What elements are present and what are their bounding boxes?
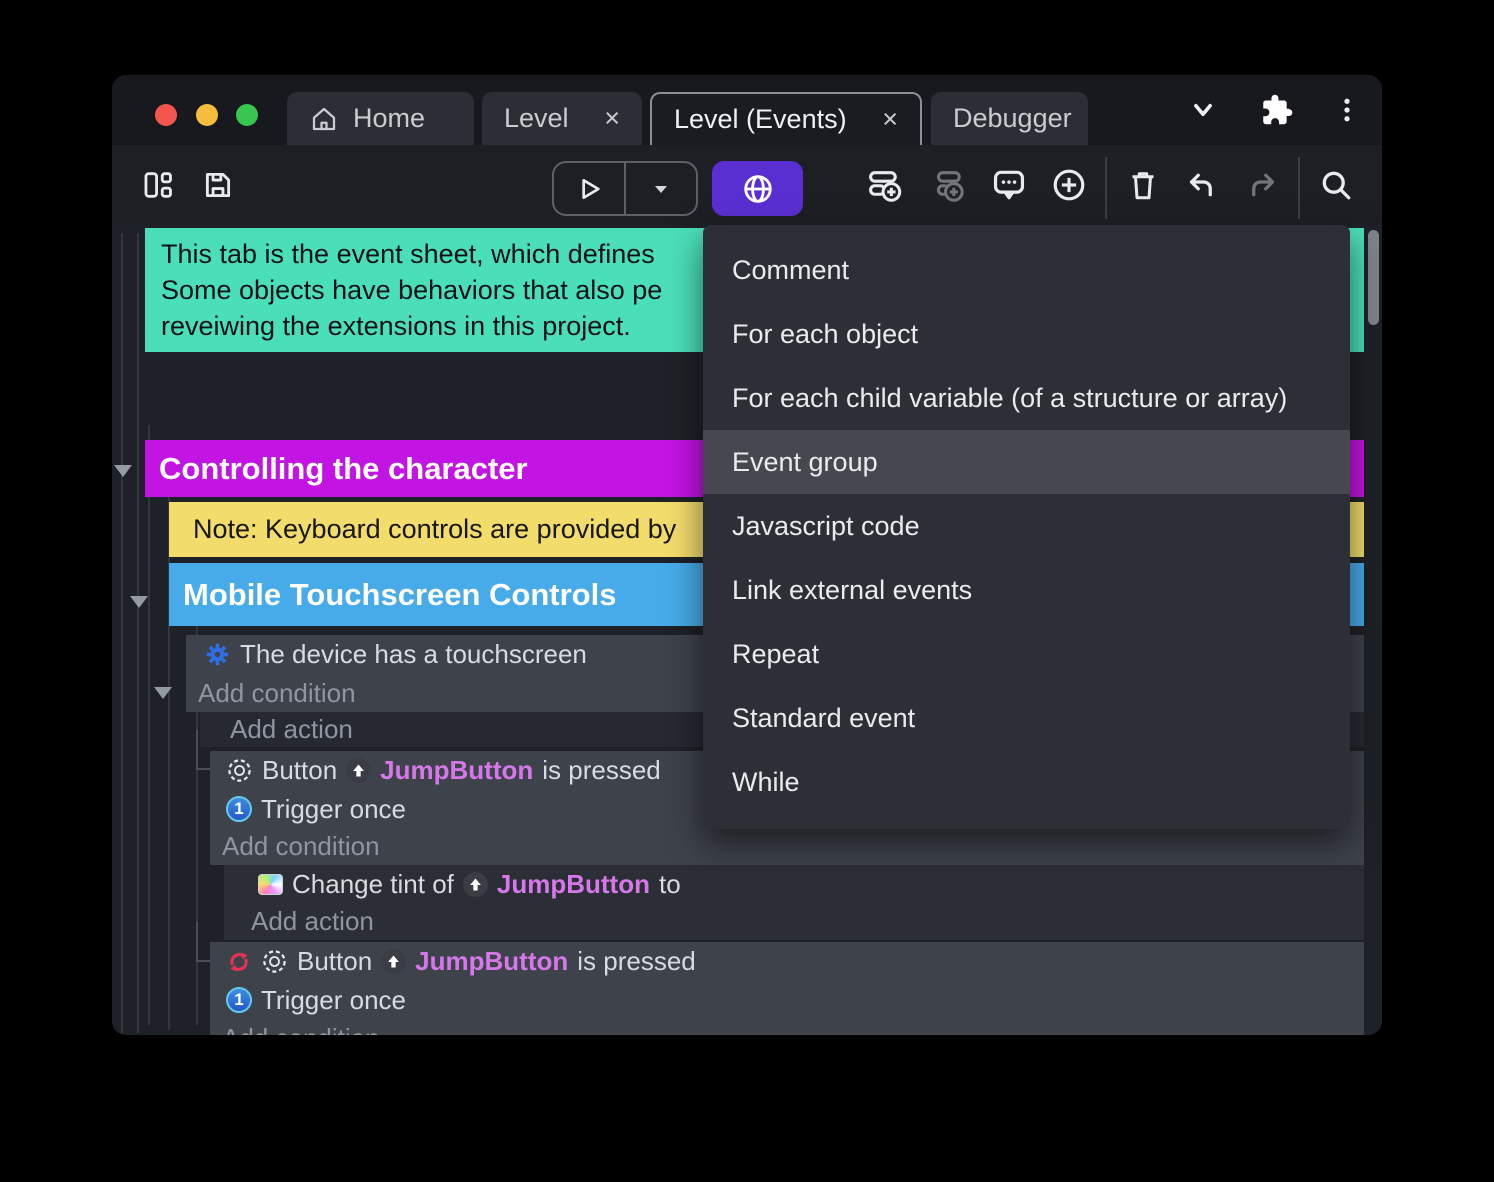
- condition-row[interactable]: 1 Trigger once: [210, 981, 1364, 1019]
- add-condition-link[interactable]: Add condition: [210, 828, 1364, 865]
- add-event-context-menu: Comment For each object For each child v…: [703, 225, 1350, 829]
- object-name: Button: [262, 755, 337, 786]
- event-action-block[interactable]: Change tint of JumpButton to Add action: [224, 865, 1364, 940]
- menu-item-javascript-code[interactable]: Javascript code: [703, 494, 1350, 558]
- action-text: Change tint of: [292, 869, 454, 900]
- add-action-link[interactable]: Add action: [224, 903, 1364, 940]
- save-button[interactable]: [192, 159, 244, 211]
- condition-row[interactable]: Button JumpButton is pressed: [210, 942, 1364, 981]
- menu-item-comment[interactable]: Comment: [703, 238, 1350, 302]
- condition-text: The device has a touchscreen: [240, 639, 587, 670]
- divider: [1298, 157, 1300, 219]
- action-row[interactable]: Change tint of JumpButton to: [224, 865, 1364, 903]
- close-icon[interactable]: ×: [604, 105, 620, 132]
- add-event-button[interactable]: [860, 159, 912, 211]
- inverted-condition-icon: [226, 949, 252, 975]
- condition-text: Trigger once: [261, 794, 406, 825]
- globe-icon: [740, 171, 776, 207]
- tab-level-events[interactable]: Level (Events) ×: [650, 92, 922, 145]
- button-object-icon: [261, 948, 288, 975]
- remote-preview-button[interactable]: [712, 161, 803, 216]
- indent-guide: [137, 233, 139, 1033]
- instance-name: JumpButton: [380, 755, 533, 786]
- add-subevent-button[interactable]: [924, 159, 976, 211]
- tab-label: Level: [504, 103, 569, 134]
- preview-play-button[interactable]: [554, 163, 624, 214]
- indent-guide: [121, 233, 123, 1033]
- instance-name: JumpButton: [497, 869, 650, 900]
- tab-label: Home: [353, 103, 425, 134]
- collapse-arrow-icon[interactable]: [130, 596, 148, 608]
- redo-button[interactable]: [1236, 159, 1288, 211]
- window-minimize-button[interactable]: [196, 104, 218, 126]
- app-window: Home Level × Level (Events) × Debugger: [112, 75, 1382, 1035]
- add-condition-link[interactable]: Add condition: [210, 1019, 1364, 1035]
- menu-item-event-group[interactable]: Event group: [703, 430, 1350, 494]
- divider: [1105, 157, 1107, 219]
- add-comment-button[interactable]: [983, 159, 1035, 211]
- tab-level[interactable]: Level ×: [482, 92, 642, 145]
- window-zoom-button[interactable]: [236, 104, 258, 126]
- button-object-icon: [226, 757, 253, 784]
- undo-button[interactable]: [1176, 159, 1228, 211]
- gear-icon: [204, 641, 231, 668]
- screen-background: { "titlebar": { "tabs": [ { "label": "Ho…: [0, 0, 1494, 1182]
- preview-options-button[interactable]: [626, 163, 696, 214]
- close-icon[interactable]: ×: [882, 106, 898, 133]
- tab-home[interactable]: Home: [287, 92, 474, 145]
- arrow-up-icon: [346, 758, 371, 783]
- panel-layout-button[interactable]: [132, 159, 184, 211]
- menu-item-for-each-child-variable[interactable]: For each child variable (of a structure …: [703, 366, 1350, 430]
- toolbar: [112, 145, 1382, 225]
- arrow-up-icon: [463, 872, 488, 897]
- menu-item-while[interactable]: While: [703, 750, 1350, 814]
- tab-label: Debugger: [953, 103, 1072, 134]
- add-circle-button[interactable]: [1043, 159, 1095, 211]
- trigger-once-icon: 1: [226, 796, 252, 822]
- trigger-once-icon: 1: [226, 987, 252, 1013]
- vertical-scrollbar-thumb[interactable]: [1368, 230, 1379, 325]
- arrow-up-icon: [381, 949, 406, 974]
- collapse-arrow-icon[interactable]: [114, 465, 132, 477]
- tint-color-icon: [258, 874, 283, 895]
- preview-split-button: [552, 161, 698, 216]
- note-text: Note: Keyboard controls are provided by: [193, 514, 676, 545]
- menu-item-link-external-events[interactable]: Link external events: [703, 558, 1350, 622]
- overflow-menu-icon[interactable]: [1332, 95, 1362, 125]
- tab-debugger[interactable]: Debugger: [931, 92, 1088, 145]
- condition-text: is pressed: [577, 946, 696, 977]
- tab-label: Level (Events): [674, 104, 847, 135]
- tree-connector: [196, 922, 210, 962]
- home-icon: [309, 104, 339, 134]
- indent-guide: [148, 425, 150, 1025]
- object-name: Button: [297, 946, 372, 977]
- extensions-puzzle-icon[interactable]: [1258, 92, 1294, 128]
- menu-item-standard-event[interactable]: Standard event: [703, 686, 1350, 750]
- window-close-button[interactable]: [155, 104, 177, 126]
- condition-text: is pressed: [542, 755, 661, 786]
- collapse-arrow-icon[interactable]: [154, 687, 172, 699]
- search-button[interactable]: [1310, 159, 1362, 211]
- titlebar: Home Level × Level (Events) × Debugger: [112, 75, 1382, 145]
- event-sheet: This tab is the event sheet, which defin…: [112, 225, 1382, 1035]
- delete-button[interactable]: [1117, 159, 1169, 211]
- condition-text: Trigger once: [261, 985, 406, 1016]
- menu-item-repeat[interactable]: Repeat: [703, 622, 1350, 686]
- action-text: to: [659, 869, 681, 900]
- event-condition-block[interactable]: Button JumpButton is pressed 1 Trigger o…: [210, 942, 1364, 1035]
- menu-item-for-each-object[interactable]: For each object: [703, 302, 1350, 366]
- instance-name: JumpButton: [415, 946, 568, 977]
- chevron-down-icon[interactable]: [1186, 93, 1220, 127]
